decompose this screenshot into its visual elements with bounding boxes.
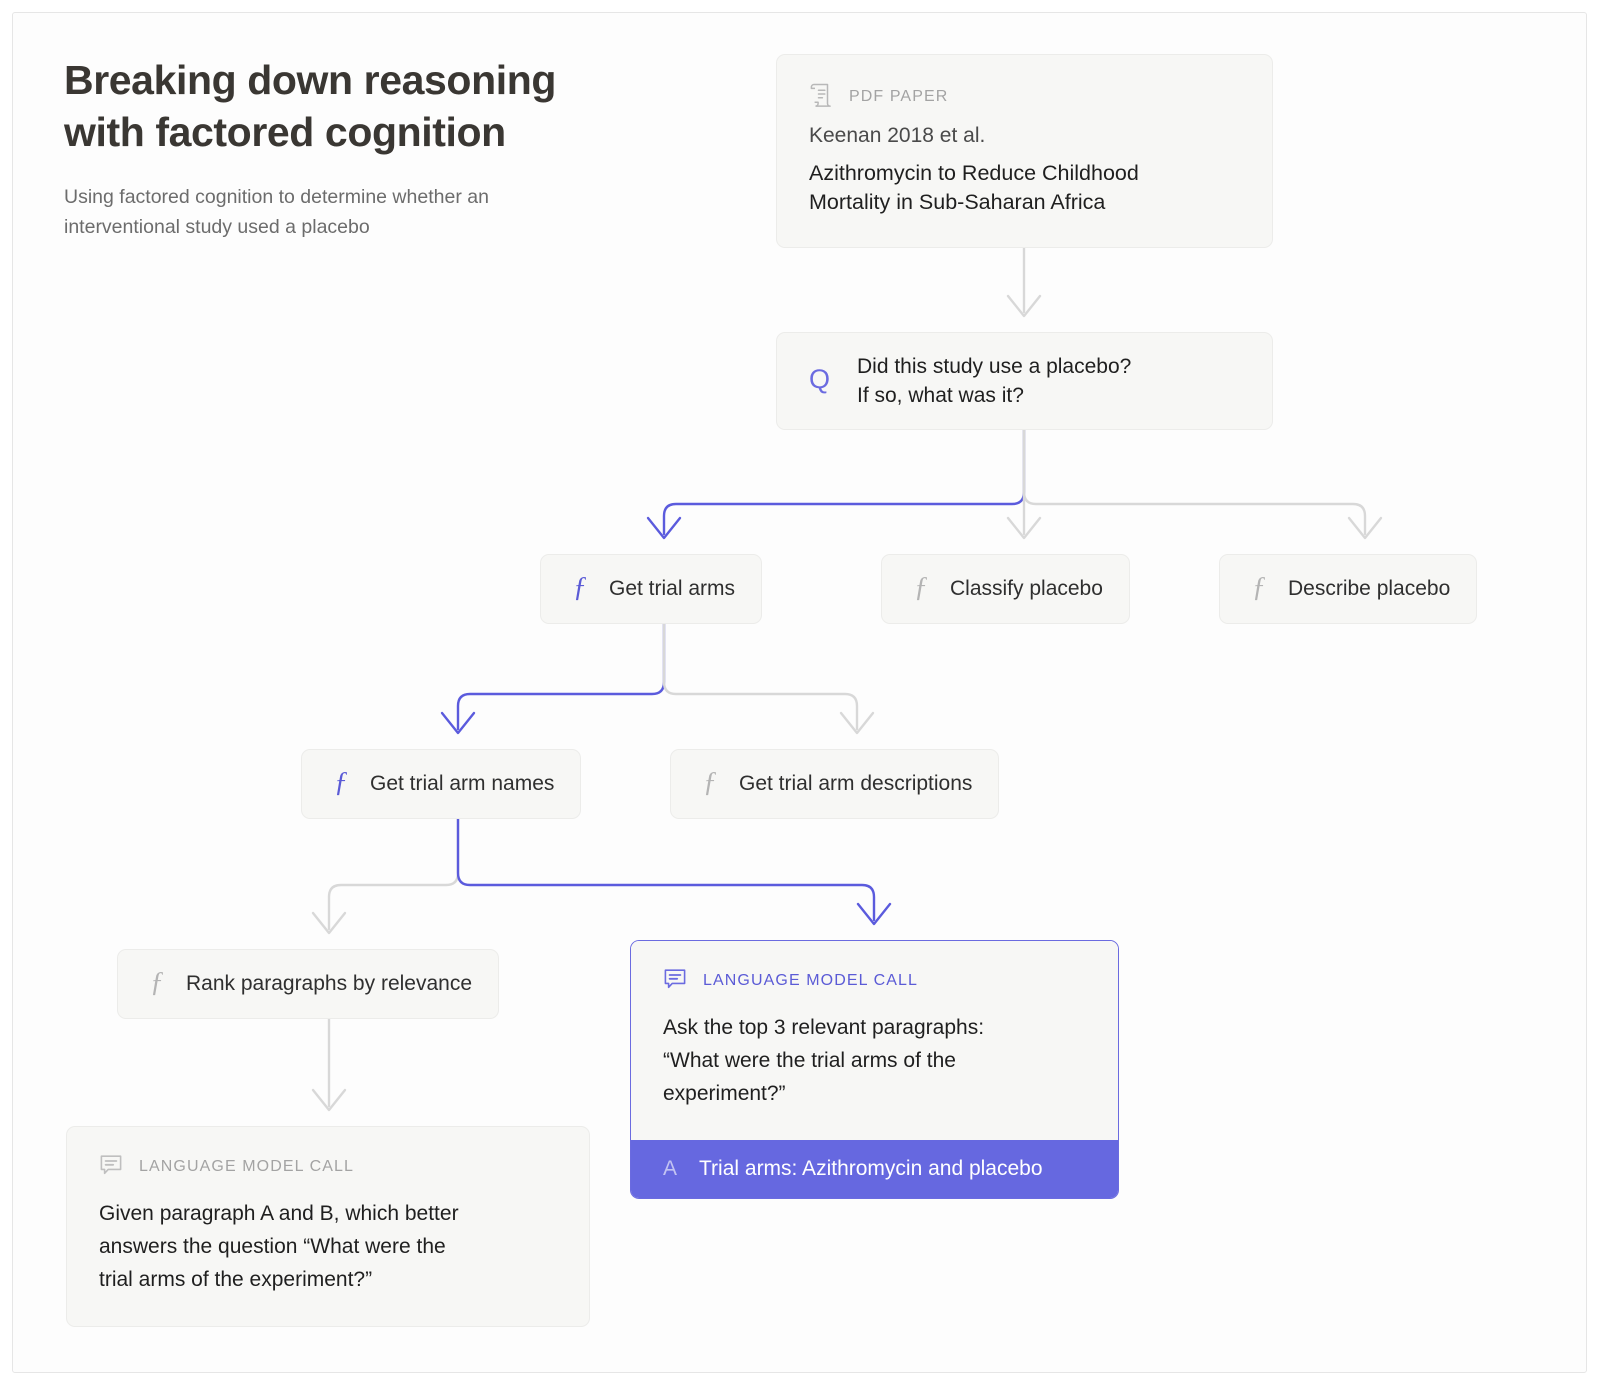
- paper-card-header: PDF PAPER: [809, 85, 1240, 109]
- paper-title: Azithromycin to Reduce Childhood Mortali…: [809, 159, 1240, 217]
- function-node-rank-paragraphs[interactable]: ƒ Rank paragraphs by relevance: [117, 949, 499, 1019]
- lm-call-body: LANGUAGE MODEL CALL Given paragraph A an…: [67, 1127, 589, 1326]
- function-node-label: Get trial arms: [609, 577, 735, 601]
- question-glyph-icon: Q: [809, 366, 837, 393]
- function-icon: ƒ: [697, 769, 723, 797]
- question-text: Did this study use a placebo? If so, wha…: [857, 352, 1131, 410]
- lm-call-body: LANGUAGE MODEL CALL Ask the top 3 releva…: [631, 941, 1118, 1140]
- lm-call-answer-bar: A Trial arms: Azithromycin and placebo: [631, 1140, 1118, 1198]
- function-icon: ƒ: [908, 574, 934, 602]
- lm-call-prompt: Given paragraph A and B, which better an…: [99, 1197, 557, 1296]
- function-node-get-trial-arms[interactable]: ƒ Get trial arms: [540, 554, 762, 624]
- function-node-label: Rank paragraphs by relevance: [186, 972, 472, 996]
- function-icon: ƒ: [144, 969, 170, 997]
- scroll-document-icon: [809, 82, 833, 113]
- function-node-describe-placebo[interactable]: ƒ Describe placebo: [1219, 554, 1477, 624]
- page-title: Breaking down reasoning with factored co…: [64, 54, 684, 158]
- language-model-call-card-left[interactable]: LANGUAGE MODEL CALL Given paragraph A an…: [66, 1126, 590, 1327]
- heading-block: Breaking down reasoning with factored co…: [64, 54, 684, 242]
- function-node-label: Classify placebo: [950, 577, 1103, 601]
- answer-letter: A: [663, 1157, 679, 1181]
- diagram-canvas: Breaking down reasoning with factored co…: [0, 0, 1600, 1392]
- function-icon: ƒ: [328, 769, 354, 797]
- paper-card-kicker: PDF PAPER: [849, 88, 948, 106]
- speech-bubble-icon: [663, 967, 687, 996]
- lm-call-header: LANGUAGE MODEL CALL: [663, 969, 1086, 993]
- lm-call-header: LANGUAGE MODEL CALL: [99, 1155, 557, 1179]
- pdf-paper-card[interactable]: PDF PAPER Keenan 2018 et al. Azithromyci…: [776, 54, 1273, 248]
- lm-call-kicker: LANGUAGE MODEL CALL: [139, 1158, 354, 1176]
- function-node-classify-placebo[interactable]: ƒ Classify placebo: [881, 554, 1130, 624]
- function-icon: ƒ: [567, 574, 593, 602]
- function-node-get-trial-arm-names[interactable]: ƒ Get trial arm names: [301, 749, 581, 819]
- function-node-label: Get trial arm names: [370, 772, 554, 796]
- speech-bubble-icon: [99, 1153, 123, 1182]
- function-node-get-trial-arm-descriptions[interactable]: ƒ Get trial arm descriptions: [670, 749, 999, 819]
- page-subtitle: Using factored cognition to determine wh…: [64, 182, 684, 242]
- paper-authors: Keenan 2018 et al.: [809, 124, 1240, 148]
- lm-call-prompt: Ask the top 3 relevant paragraphs: “What…: [663, 1011, 1086, 1110]
- lm-call-kicker: LANGUAGE MODEL CALL: [703, 972, 918, 990]
- answer-text: Trial arms: Azithromycin and placebo: [699, 1157, 1043, 1181]
- function-icon: ƒ: [1246, 574, 1272, 602]
- question-card[interactable]: Q Did this study use a placebo? If so, w…: [776, 332, 1273, 430]
- language-model-call-card-right[interactable]: LANGUAGE MODEL CALL Ask the top 3 releva…: [630, 940, 1119, 1199]
- function-node-label: Describe placebo: [1288, 577, 1450, 601]
- function-node-label: Get trial arm descriptions: [739, 772, 972, 796]
